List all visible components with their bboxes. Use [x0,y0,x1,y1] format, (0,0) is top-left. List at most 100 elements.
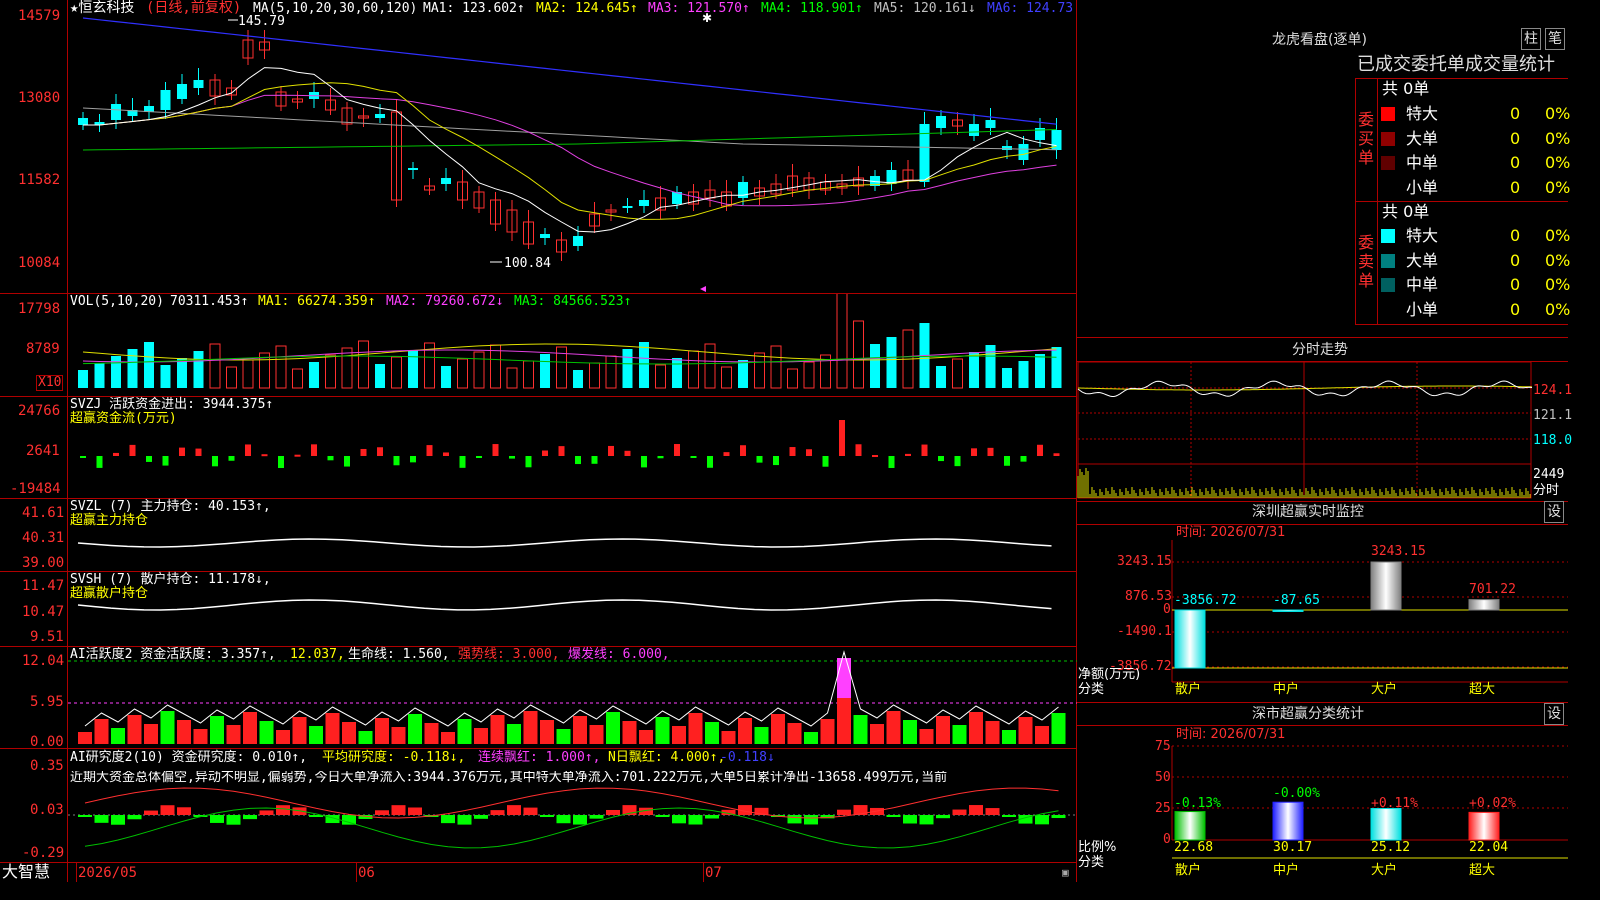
flow-bar [806,449,812,456]
stat-change-label: -0.00% [1273,786,1320,801]
research-bar [655,815,670,817]
flow-bar [492,444,499,456]
activity-bar [1035,726,1049,744]
research-bar [78,815,92,817]
research-bar [441,815,455,824]
dragon-title: 龙虎看盘(逐单) [1272,32,1367,48]
research-bar [919,815,934,825]
svg-text:✱: ✱ [702,11,712,25]
stat-category: 中户 [1273,863,1300,878]
pen-mode-button[interactable]: 笔 [1545,28,1565,50]
sell-row-val: 0 [1510,299,1521,319]
activity-bar [144,724,158,744]
stat-value-label: 22.68 [1174,840,1214,855]
flow-bar [690,456,697,458]
volume-bar [853,320,864,389]
date-tick [703,863,704,882]
volume-bar [836,294,848,389]
retail-holding-chart[interactable] [0,571,1077,646]
flow-bar [657,456,664,459]
activity-bar [424,723,439,744]
stat-bar [1370,808,1402,841]
volume-bar [754,352,765,389]
flow-bar [839,419,845,456]
research-bar [886,815,901,817]
buy-row-name: 中单 [1406,153,1439,172]
activity-chart[interactable] [0,646,1077,748]
research-bar [408,807,422,815]
research-chart[interactable] [0,748,1077,862]
candle-body [573,236,583,246]
volume-bar [144,342,154,388]
activity-bar [556,729,571,744]
flow-bar [938,456,944,462]
buy-row-val: 0 [1510,104,1521,123]
sell-row-name: 大单 [1406,250,1439,270]
flow-bar [327,456,334,461]
volume-bar [325,354,336,389]
activity-bar [870,724,884,744]
volume-bar [639,342,649,388]
intraday-chart[interactable] [1077,361,1568,501]
flow-bar [195,448,202,456]
research-bar [94,815,109,823]
buy-row-pct: 0% [1545,128,1571,148]
flow-bar [723,452,730,456]
activity-bar [292,717,307,744]
flow-bar [575,456,581,465]
candle-body [919,124,930,182]
flow-bar [525,456,532,468]
flow-bar [905,453,911,456]
candlestick-chart[interactable]: ✱ [0,0,1077,294]
order-table-divider [1355,324,1568,325]
money-flow-chart[interactable] [0,396,1077,498]
activity-bar [474,728,488,744]
stat-value-label: 25.12 [1371,840,1411,855]
activity-bar [325,713,340,744]
volume-bar [622,349,633,388]
activity-bar [243,712,257,744]
date-label: 2026/05 [78,865,138,881]
research-bar [705,815,719,819]
lock-icon[interactable]: ▣ [1062,866,1069,880]
research-bar [243,815,257,820]
flow-bar [608,445,614,456]
monitor-bar-label: 701.22 [1469,582,1516,597]
monitor-bar-chart[interactable] [1077,540,1568,690]
bar-mode-button[interactable]: 柱 [1521,28,1541,50]
volume-bar [969,352,979,388]
main-holding-chart[interactable] [0,499,1077,571]
candle-body [1018,144,1029,160]
volume-bar [292,368,303,389]
activity-bar [820,719,835,744]
activity-bar [606,712,620,744]
monitor-bar [1272,609,1304,612]
stat-tabs[interactable]: 已成交委托单成交量统计 [1357,54,1555,76]
volume-bar [226,366,237,389]
stat-bar [1468,811,1500,841]
volume-bar [540,354,550,388]
activity-bar [94,719,109,744]
research-bar [985,808,1000,815]
volume-bar [1051,347,1062,388]
stat-settings-button[interactable]: 设 [1544,703,1564,725]
volume-chart[interactable] [0,294,1077,394]
research-bar [540,815,554,817]
volume-bar [375,364,385,388]
volume-bar [688,350,699,389]
sell-row-val: 0 [1510,250,1521,270]
candle-body [160,90,171,110]
buy-row-pct: 0% [1545,177,1571,197]
research-bar [111,815,125,825]
activity-bar [853,715,868,744]
research-bar [507,805,521,815]
activity-bar [1018,717,1033,744]
flow-bar [773,456,779,466]
brand-logo[interactable]: 大智慧 [2,863,50,881]
volume-bar [275,345,287,389]
volume-bar [441,366,451,388]
monitor-cat-label: 分类 [1078,682,1105,697]
sell-row-pct: 0% [1545,226,1571,245]
monitor-settings-button[interactable]: 设 [1544,501,1564,523]
stat-change-label: -0.13% [1174,796,1221,811]
